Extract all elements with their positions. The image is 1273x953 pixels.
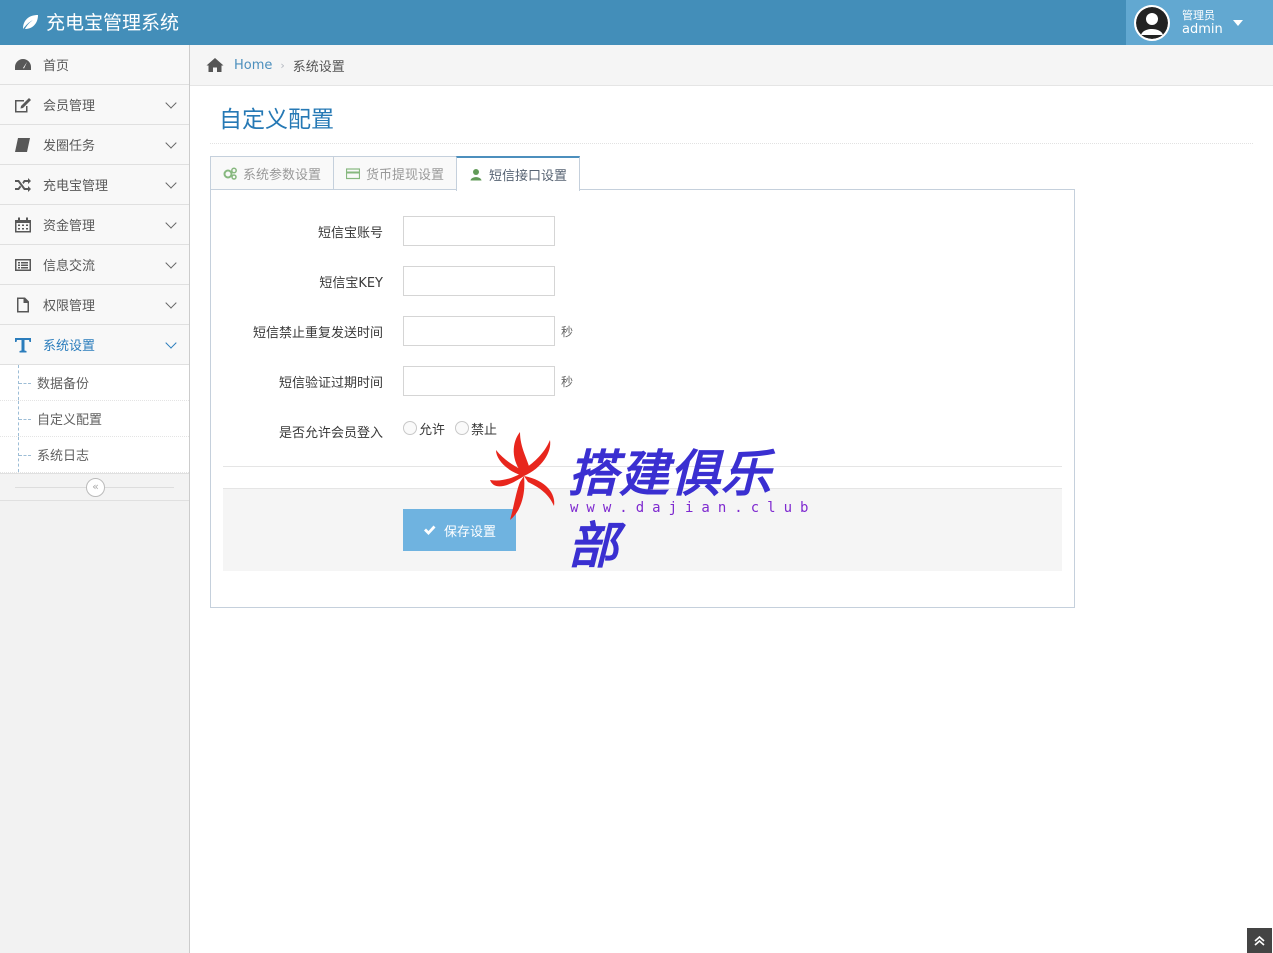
tab-label: 系统参数设置 (243, 168, 322, 183)
breadcrumb-separator: › (280, 58, 285, 72)
sms-key-label: 短信宝KEY (319, 275, 383, 291)
watermark-url: www.dajian.club (570, 500, 817, 516)
submenu-item-system-log[interactable]: 系统日志 (0, 437, 189, 473)
user-role: 管理员 (1182, 8, 1215, 22)
watermark-pinwheel-logo (490, 432, 555, 520)
chevron-down-icon (165, 257, 177, 269)
double-chevron-up-icon (1254, 935, 1265, 946)
breadcrumb-home-link[interactable]: Home (234, 58, 272, 73)
watermark: 搭建俱乐部 www.dajian.club (490, 430, 808, 575)
tab-system-params[interactable]: 系统参数设置 (210, 156, 335, 190)
tab-label: 货币提现设置 (366, 168, 445, 183)
sidebar-item-label: 首页 (43, 59, 70, 74)
user-avatar-icon (1136, 6, 1168, 39)
user-menu[interactable]: 管理员 admin (1126, 0, 1273, 45)
resend-interval-unit: 秒 (561, 324, 574, 339)
chevron-down-icon (165, 217, 177, 229)
allow-radio-label: 允许 (419, 422, 446, 438)
chevron-down-icon (165, 297, 177, 309)
settings-submenu: 数据备份 自定义配置 系统日志 (0, 365, 189, 474)
sidebar-item-funds[interactable]: 资金管理 (0, 205, 189, 245)
tab-sms-interface[interactable]: 短信接口设置 (456, 156, 581, 191)
sidebar-item-label: 发圈任务 (43, 139, 96, 154)
expire-time-input[interactable] (403, 366, 555, 396)
sidebar-item-permissions[interactable]: 权限管理 (0, 285, 189, 325)
save-button-label: 保存设置 (443, 524, 496, 540)
submenu-item-backup[interactable]: 数据备份 (0, 365, 189, 401)
user-icon (470, 169, 482, 181)
form-row-resend-interval: 短信禁止重复发送时间 秒 (211, 316, 1074, 346)
expire-time-label: 短信验证过期时间 (278, 375, 383, 391)
sidebar-item-label: 资金管理 (43, 219, 96, 234)
check-icon (423, 525, 436, 535)
shuffle-icon (15, 177, 31, 192)
sidebar-item-messages[interactable]: 信息交流 (0, 245, 189, 285)
edit-icon (15, 97, 31, 112)
text-icon (15, 337, 31, 352)
chevron-down-icon (165, 97, 177, 109)
brand-title: 充电宝管理系统 (46, 12, 180, 34)
tab-label: 短信接口设置 (489, 169, 568, 184)
sidebar-collapse-bar: « (0, 474, 189, 501)
chevron-down-icon (165, 177, 177, 189)
home-icon (206, 58, 224, 72)
header-divider (210, 143, 1253, 144)
dashboard-icon (15, 58, 31, 70)
submenu-item-custom-config[interactable]: 自定义配置 (0, 401, 189, 437)
sidebar: 首页 会员管理 发圈任务 充电宝管理 资金管理 信息交流 权限管理 系统设置 数… (0, 45, 190, 953)
allow-login-label: 是否允许会员登入 (278, 425, 383, 441)
double-chevron-left-icon[interactable]: « (86, 478, 105, 497)
allow-radio[interactable] (403, 421, 417, 435)
sms-account-input[interactable] (403, 216, 555, 246)
form-row-expire-time: 短信验证过期时间 秒 (211, 366, 1074, 396)
sms-account-label: 短信宝账号 (317, 225, 383, 241)
user-name: admin (1182, 21, 1223, 37)
top-navbar: 充电宝管理系统 管理员 admin (0, 0, 1273, 45)
sidebar-item-label: 会员管理 (43, 99, 96, 114)
page-title: 自定义配置 (219, 107, 334, 133)
file-icon (17, 297, 29, 312)
calendar-icon (15, 217, 31, 232)
deny-radio[interactable] (455, 421, 470, 435)
sidebar-item-label: 系统设置 (43, 339, 96, 354)
sidebar-item-label: 权限管理 (43, 299, 96, 314)
form-row-sms-key: 短信宝KEY (211, 266, 1074, 296)
breadcrumb: Home › 系统设置 (190, 45, 1273, 86)
leaf-icon (23, 14, 38, 29)
chevron-down-icon (165, 137, 177, 149)
tab-withdrawal[interactable]: 货币提现设置 (333, 156, 458, 190)
chevron-down-icon (165, 337, 177, 349)
avatar (1134, 4, 1170, 41)
settings-tabs: 系统参数设置 货币提现设置 短信接口设置 (210, 156, 581, 191)
list-icon (15, 258, 31, 271)
sidebar-item-label: 信息交流 (43, 259, 96, 274)
sidebar-item-home[interactable]: 首页 (0, 45, 189, 85)
caret-down-icon (1232, 19, 1243, 26)
user-info: 管理员 admin (1182, 9, 1223, 37)
resend-interval-label: 短信禁止重复发送时间 (252, 325, 383, 341)
sidebar-item-label: 充电宝管理 (43, 179, 109, 194)
resend-interval-input[interactable] (403, 316, 555, 346)
sms-key-input[interactable] (403, 266, 555, 296)
form-row-sms-account: 短信宝账号 (211, 216, 1074, 246)
sidebar-item-powerbank[interactable]: 充电宝管理 (0, 165, 189, 205)
cogs-icon (223, 167, 237, 180)
breadcrumb-current: 系统设置 (292, 59, 345, 75)
scroll-top-button[interactable] (1247, 928, 1272, 953)
sidebar-item-settings[interactable]: 系统设置 (0, 325, 189, 365)
brand[interactable]: 充电宝管理系统 (20, 8, 179, 35)
sidebar-item-members[interactable]: 会员管理 (0, 85, 189, 125)
book-icon (15, 137, 30, 152)
expire-time-unit: 秒 (561, 374, 574, 389)
sidebar-item-tasks[interactable]: 发圈任务 (0, 125, 189, 165)
credit-card-icon (346, 168, 361, 180)
